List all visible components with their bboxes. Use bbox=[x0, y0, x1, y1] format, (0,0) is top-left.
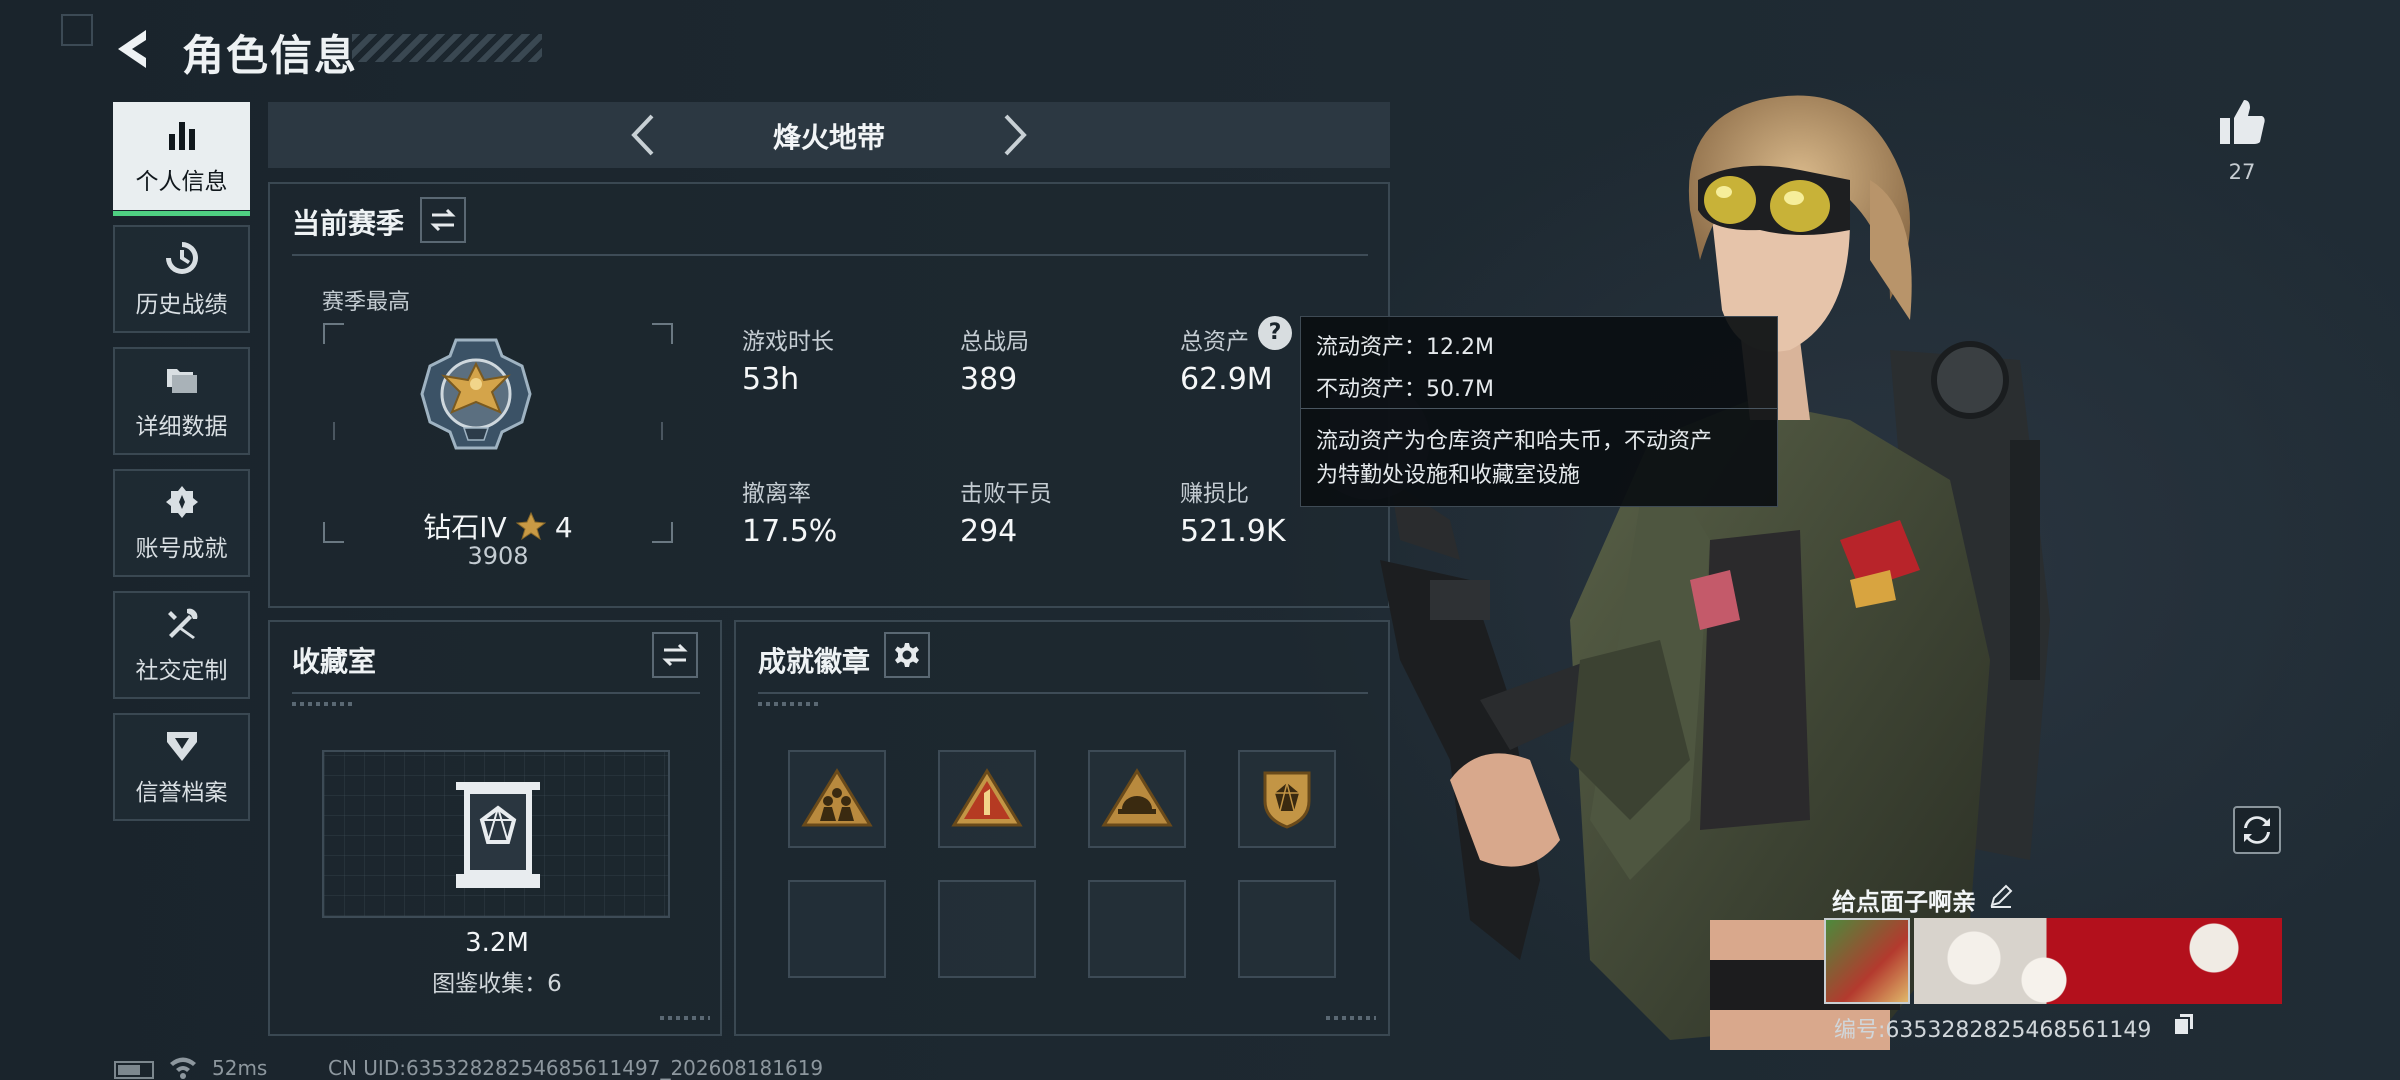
sidebar-item-social-custom[interactable]: 社交定制 bbox=[113, 591, 250, 699]
avatar[interactable] bbox=[1824, 918, 1910, 1004]
sidebar-item-personal-info[interactable]: 个人信息 bbox=[113, 102, 250, 216]
next-mode-arrow-icon[interactable] bbox=[988, 110, 1038, 160]
sidebar-item-label: 账号成就 bbox=[135, 536, 228, 562]
tooltip-divider bbox=[1301, 408, 1777, 409]
sidebar-item-label: 详细数据 bbox=[135, 414, 228, 440]
battery-icon bbox=[114, 1061, 154, 1079]
sidebar-item-reputation[interactable]: 信誉档案 bbox=[113, 713, 250, 821]
asset-tooltip: 流动资产：12.2M 不动资产：50.7M 流动资产为仓库资产和哈夫币，不动资产… bbox=[1300, 316, 1778, 507]
achievement-icon bbox=[165, 486, 198, 518]
stat-value-extraction-rate: 17.5% bbox=[742, 514, 838, 549]
divider-dots bbox=[292, 702, 352, 706]
helmet-badge-icon bbox=[1101, 768, 1173, 827]
current-season-panel: 当前赛季 赛季最高 钻石IV 4 3908 游戏时长 53h 总战局 389 总… bbox=[268, 182, 1390, 608]
wifi-icon bbox=[170, 1057, 196, 1079]
history-icon bbox=[165, 242, 198, 274]
diamond-shield-badge-icon bbox=[1263, 771, 1311, 829]
rank-one-badge-icon bbox=[951, 768, 1023, 827]
network-ping: 52ms bbox=[212, 1056, 268, 1080]
stat-value-operators-defeated: 294 bbox=[960, 514, 1018, 549]
season-switch-button[interactable] bbox=[420, 197, 466, 243]
badge-slot-empty[interactable] bbox=[1088, 880, 1186, 978]
collection-preview[interactable] bbox=[322, 750, 670, 918]
refresh-icon bbox=[2244, 816, 2270, 844]
reputation-icon bbox=[166, 732, 197, 761]
tools-icon bbox=[167, 608, 197, 639]
collection-count: 图鉴收集：6 bbox=[432, 971, 562, 997]
refresh-button[interactable] bbox=[2233, 806, 2281, 854]
thumbs-up-icon[interactable] bbox=[2216, 96, 2268, 148]
stat-label-profit-ratio: 赚损比 bbox=[1180, 481, 1249, 507]
swap-icon bbox=[430, 208, 456, 232]
season-title: 当前赛季 bbox=[292, 207, 405, 240]
page-title: 角色信息 bbox=[182, 31, 359, 80]
stat-value-total-matches: 389 bbox=[960, 362, 1018, 397]
badge-slot-empty[interactable] bbox=[938, 880, 1036, 978]
stat-label-total-assets: 总资产 bbox=[1180, 329, 1249, 355]
sidebar-item-label: 社交定制 bbox=[135, 658, 228, 684]
badge-slot-empty[interactable] bbox=[788, 880, 886, 978]
stat-value-profit-ratio: 521.9K bbox=[1180, 514, 1286, 549]
collection-showcase-icon bbox=[456, 782, 540, 888]
sidebar-item-label: 历史战绩 bbox=[135, 292, 228, 318]
player-name: 给点面子啊亲 bbox=[1832, 888, 1976, 916]
sidebar-item-detail-data[interactable]: 详细数据 bbox=[113, 347, 250, 455]
collection-title: 收藏室 bbox=[292, 645, 377, 678]
mode-selector: 烽火地带 bbox=[268, 102, 1390, 168]
stat-value-total-assets: 62.9M bbox=[1180, 362, 1273, 397]
badge-slot-1[interactable] bbox=[788, 750, 886, 848]
like-count: 27 bbox=[2228, 160, 2256, 184]
bar-chart-icon bbox=[168, 122, 195, 150]
help-icon[interactable]: ? bbox=[1258, 316, 1292, 350]
badges-panel: 成就徽章 bbox=[734, 620, 1390, 1036]
badge-slot-2[interactable] bbox=[938, 750, 1036, 848]
mode-name: 烽火地带 bbox=[772, 121, 885, 154]
rank-score: 3908 bbox=[467, 542, 529, 570]
sidebar-item-label: 信誉档案 bbox=[135, 780, 228, 806]
badge-slot-empty[interactable] bbox=[1238, 880, 1336, 978]
stat-label-operators-defeated: 击败干员 bbox=[960, 481, 1052, 507]
divider bbox=[292, 692, 700, 694]
collection-panel: 收藏室 3.2M 图鉴收集：6 bbox=[268, 620, 722, 1036]
stat-label-playtime: 游戏时长 bbox=[742, 329, 834, 355]
edit-pencil-icon[interactable] bbox=[1988, 883, 2014, 909]
tooltip-fixed-assets: 不动资产：50.7M bbox=[1316, 377, 1494, 402]
sidebar-item-history[interactable]: 历史战绩 bbox=[113, 225, 250, 333]
player-id: 编号:6353282825468561149 bbox=[1834, 1018, 2152, 1043]
season-best-label: 赛季最高 bbox=[322, 290, 411, 315]
badges-title: 成就徽章 bbox=[758, 645, 871, 678]
squad-badge-icon bbox=[801, 768, 873, 827]
star-icon bbox=[515, 511, 547, 541]
rank-stars: 4 bbox=[554, 511, 573, 544]
gear-icon bbox=[895, 643, 919, 667]
corner-dots bbox=[660, 1016, 710, 1020]
rank-name: 钻石IV bbox=[423, 511, 507, 544]
tooltip-description-2: 为特勤处设施和收藏室设施 bbox=[1316, 463, 1581, 488]
stat-value-playtime: 53h bbox=[742, 362, 800, 397]
sidebar-item-achievements[interactable]: 账号成就 bbox=[113, 469, 250, 577]
tooltip-liquid-assets: 流动资产：12.2M bbox=[1316, 335, 1494, 360]
back-arrow-icon[interactable] bbox=[112, 26, 158, 72]
badges-settings-button[interactable] bbox=[884, 632, 930, 678]
copy-icon[interactable] bbox=[2172, 1012, 2196, 1036]
corner-decoration bbox=[61, 14, 93, 46]
rank-row: 钻石IV 4 bbox=[322, 506, 674, 546]
collection-value: 3.2M bbox=[465, 928, 529, 958]
profile-banner[interactable] bbox=[1914, 918, 2282, 1004]
divider bbox=[758, 692, 1368, 694]
badge-slot-3[interactable] bbox=[1088, 750, 1186, 848]
collection-switch-button[interactable] bbox=[652, 632, 698, 678]
tooltip-description-1: 流动资产为仓库资产和哈夫币，不动资产 bbox=[1316, 429, 1713, 454]
stat-label-extraction-rate: 撤离率 bbox=[742, 481, 811, 507]
folders-icon bbox=[166, 369, 197, 393]
divider-dots bbox=[758, 702, 818, 706]
stat-label-total-matches: 总战局 bbox=[960, 329, 1029, 355]
badge-slot-4[interactable] bbox=[1238, 750, 1336, 848]
diamond-rank-emblem-icon bbox=[420, 338, 532, 450]
divider bbox=[292, 254, 1368, 256]
sidebar-item-label: 个人信息 bbox=[135, 169, 228, 195]
title-decoration bbox=[352, 34, 542, 62]
client-uid: CN UID:6353282825468561149​7_20260818161… bbox=[328, 1056, 824, 1080]
swap-icon bbox=[662, 643, 688, 667]
